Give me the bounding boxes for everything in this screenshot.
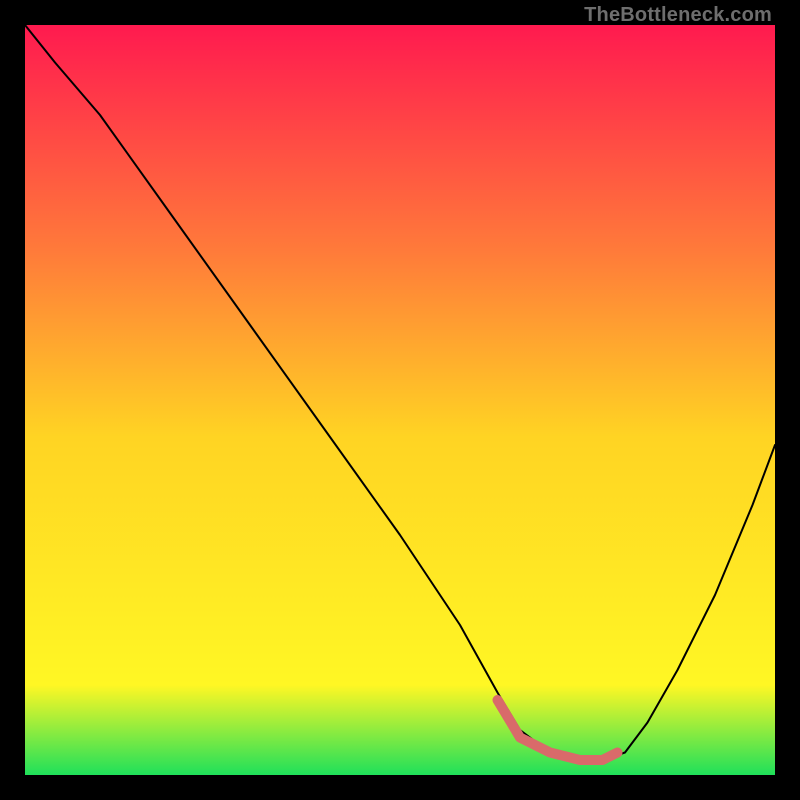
gradient-background: [25, 25, 775, 775]
watermark-text: TheBottleneck.com: [584, 4, 772, 27]
chart-frame: [25, 25, 775, 775]
bottleneck-chart: [25, 25, 775, 775]
